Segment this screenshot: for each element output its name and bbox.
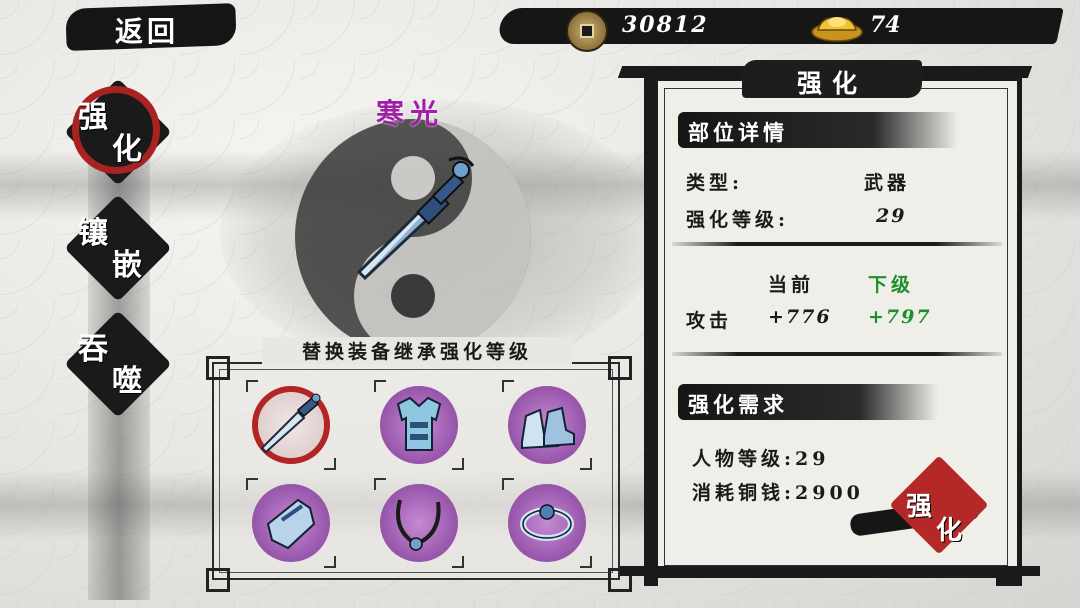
type-label: 类型: <box>686 172 744 194</box>
back-button-label[interactable]: 返回 <box>82 10 212 50</box>
copper-coin-icon <box>566 10 608 52</box>
requirement-section-title: 强化需求 <box>688 392 788 417</box>
equipment-slot-boots[interactable] <box>508 386 586 464</box>
tab-label-char: 镶 <box>78 216 108 251</box>
level-value: 29 <box>876 205 907 227</box>
panel-bottom-stroke <box>620 566 1040 576</box>
tab-inlay[interactable]: 镶 嵌 <box>64 194 172 302</box>
armor-icon <box>396 396 442 451</box>
bracer-icon <box>266 498 316 550</box>
detail-section-title: 部位详情 <box>688 120 788 145</box>
attack-current: +776 <box>768 306 832 328</box>
bracelet-icon <box>520 504 574 541</box>
strengthen-button[interactable]: 强 化 <box>849 455 990 556</box>
next-column-header: 下级 <box>868 274 915 296</box>
level-label: 强化等级: <box>686 209 790 231</box>
tab-label-char: 噬 <box>112 364 142 399</box>
gold-amount: 74 <box>870 12 901 38</box>
attack-next: +797 <box>868 306 932 328</box>
equipment-slot-bracelet[interactable] <box>508 484 586 562</box>
tab-label-char: 化 <box>112 132 142 167</box>
strengthen-button-label: 化 <box>936 516 963 546</box>
tab-label-char: 强 <box>78 100 108 135</box>
current-column-header: 当前 <box>768 274 815 296</box>
equipment-slot-bracer[interactable] <box>252 484 330 562</box>
required-character-level: 人物等级:29 <box>692 448 830 470</box>
frame-corner <box>206 568 230 592</box>
frame-corner <box>206 356 230 380</box>
required-copper: 消耗铜钱:2900 <box>692 482 864 504</box>
divider <box>672 242 1002 246</box>
tab-strengthen[interactable]: 强 化 <box>64 78 172 186</box>
tab-devour[interactable]: 吞 噬 <box>64 310 172 418</box>
tab-label-char: 嵌 <box>112 248 142 283</box>
necklace-icon <box>396 499 441 551</box>
weapon-name: 寒光 <box>375 97 444 130</box>
equipment-slot-armor[interactable] <box>380 386 458 464</box>
equipment-title: 替换装备继承强化等级 <box>262 337 572 364</box>
gold-ingot-icon <box>811 17 863 42</box>
copper-amount: 30812 <box>622 12 709 38</box>
frame-corner <box>608 356 632 380</box>
tab-label-char: 吞 <box>78 332 108 367</box>
attack-label: 攻击 <box>686 310 733 332</box>
sword-icon <box>356 156 475 281</box>
equipment-slot-necklace[interactable] <box>380 484 458 562</box>
boots-icon <box>521 406 575 450</box>
divider <box>672 352 1002 356</box>
panel-title: 强化 <box>796 69 867 98</box>
equipment-slot-weapon[interactable] <box>252 386 330 464</box>
strengthen-button-label: 强 <box>906 492 933 522</box>
type-value: 武器 <box>864 172 911 194</box>
sword-icon <box>260 393 321 454</box>
